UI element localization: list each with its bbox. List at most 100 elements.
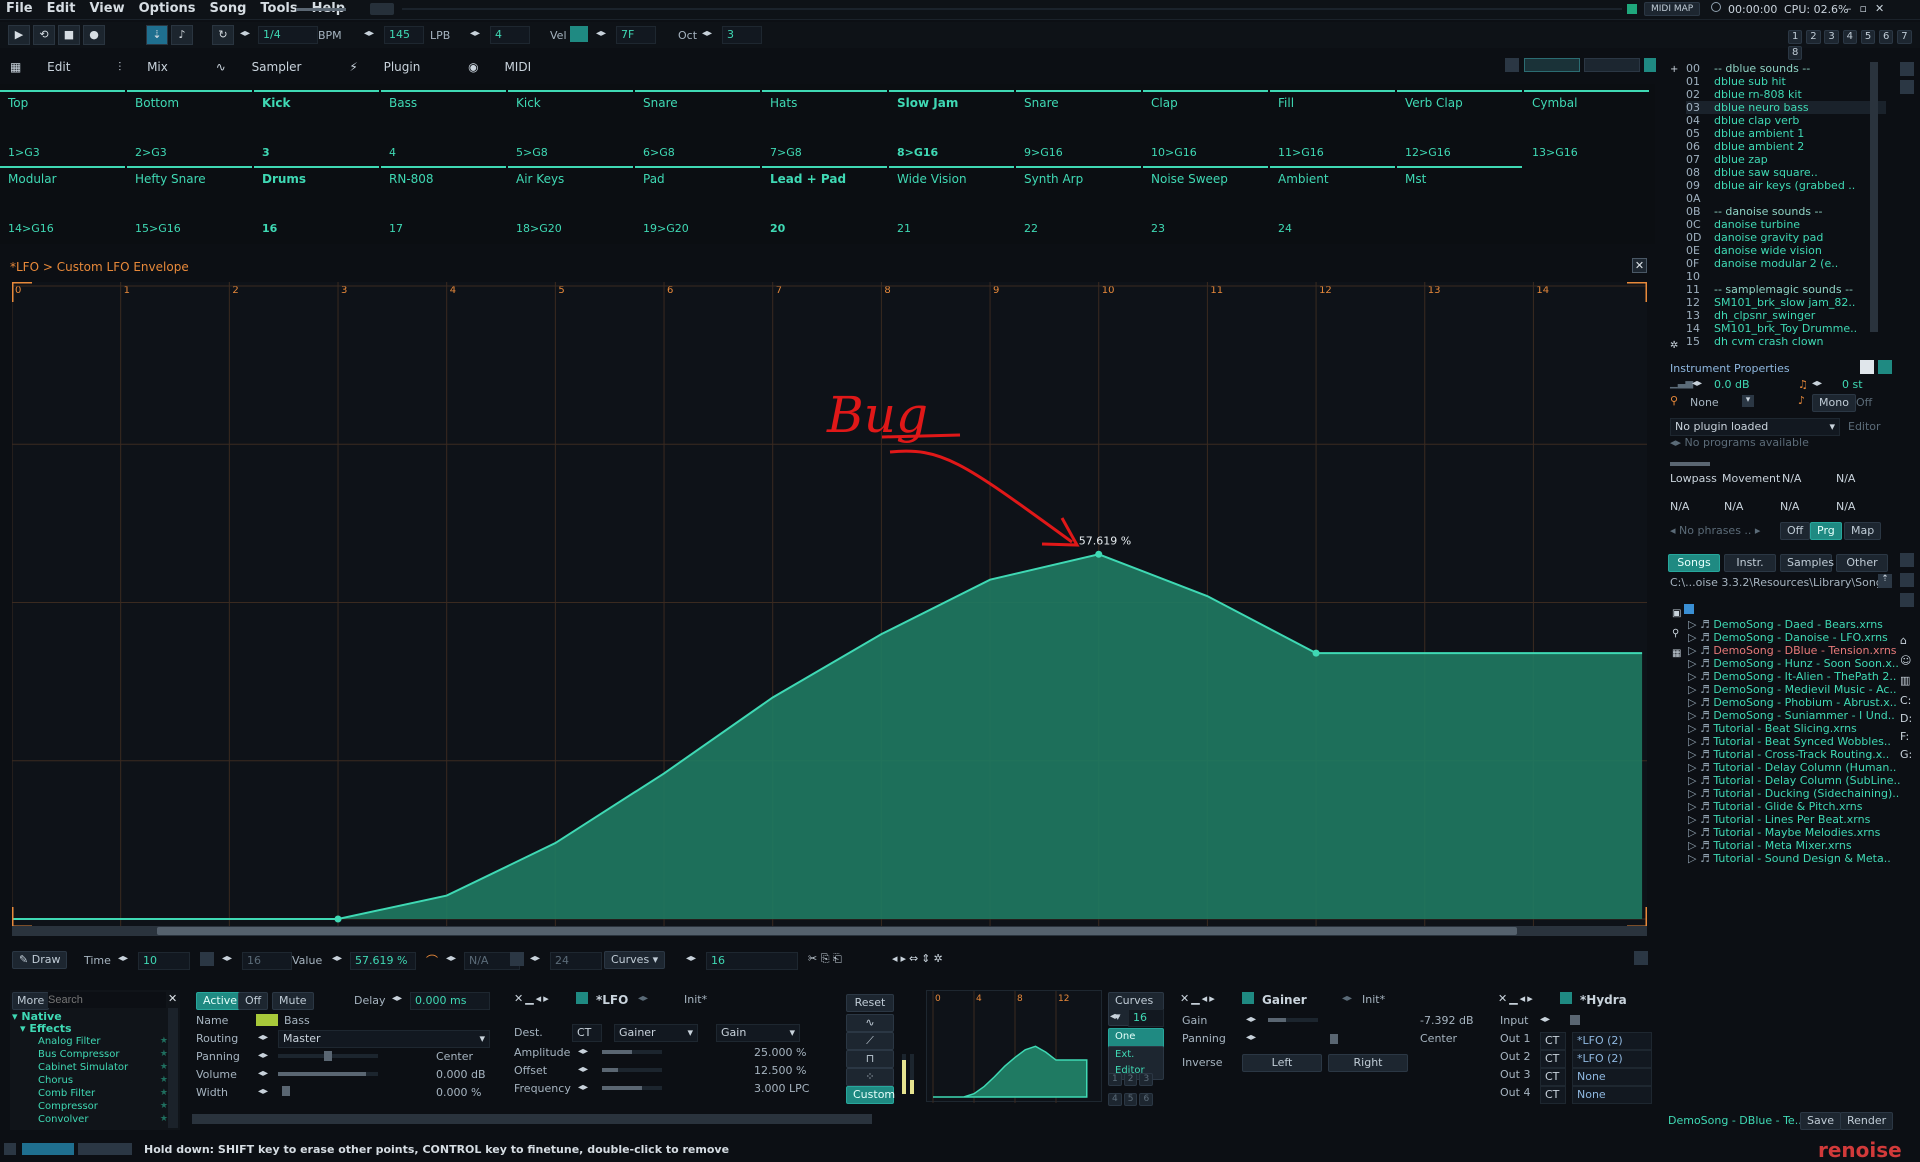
browser-tab[interactable]: Songs bbox=[1668, 554, 1720, 572]
song-file[interactable]: ▷ ♬ DemoSong - Suniammer - I Und.. bbox=[1688, 709, 1895, 722]
saw-wave-icon[interactable]: ⟋ bbox=[846, 1032, 894, 1050]
drive-button[interactable]: C: bbox=[1900, 692, 1916, 710]
inst-vol-arrows[interactable]: ◂▸ bbox=[1692, 378, 1702, 389]
output-target-select[interactable]: None bbox=[1572, 1068, 1652, 1086]
lfo-grid-button[interactable]: 6 bbox=[1139, 1093, 1154, 1106]
clipboard-icons[interactable]: ✂ ⎘ ⎗ bbox=[808, 952, 868, 966]
close-editor-icon[interactable]: ✕ bbox=[1632, 258, 1647, 273]
gainer-panning-arrows[interactable]: ◂▸ bbox=[1246, 1032, 1256, 1043]
instrument-row[interactable]: 11 -- samplemagic sounds -- bbox=[1686, 283, 1886, 296]
track-cell[interactable]: Kick 5>G8 bbox=[508, 90, 633, 165]
offset-slider[interactable] bbox=[602, 1068, 662, 1072]
song-file[interactable]: ▷ ♬ Tutorial - Lines Per Beat.xrns bbox=[1688, 813, 1888, 826]
sidebar-top-icon-2[interactable] bbox=[1900, 80, 1914, 94]
favorite-star-icon[interactable]: ★ bbox=[160, 1100, 168, 1113]
effect-item[interactable]: Chorus ★ bbox=[38, 1074, 168, 1087]
offset-arrows[interactable]: ◂▸ bbox=[578, 1064, 588, 1075]
delay-arrows[interactable]: ◂▸ bbox=[392, 993, 402, 1004]
track-cell[interactable]: Kick 3 bbox=[254, 90, 379, 165]
mono-button[interactable]: Mono bbox=[1812, 394, 1856, 412]
song-file[interactable]: ▷ ♬ Tutorial - Beat Synced Wobbles.. bbox=[1688, 735, 1891, 748]
lpb-field[interactable]: 4 bbox=[490, 26, 530, 44]
scope-mini-2[interactable] bbox=[1584, 58, 1640, 72]
instrument-row[interactable]: 01 dblue sub hit bbox=[1686, 75, 1886, 88]
plugin-editor-button[interactable]: Editor bbox=[1848, 420, 1881, 433]
song-file[interactable]: ▷ ♬ Tutorial - Maybe Melodies.xrns bbox=[1688, 826, 1888, 839]
hydra-enable-checkbox[interactable] bbox=[1560, 992, 1572, 1004]
lfo-grid-button[interactable]: 4 bbox=[1108, 1093, 1122, 1106]
loop-icon[interactable]: ⟲ bbox=[33, 25, 55, 45]
lfo-preset-arrows[interactable]: ◂▸ bbox=[638, 993, 648, 1004]
track-num-6[interactable]: 6 bbox=[1879, 30, 1894, 44]
phrase-off-button[interactable]: Off bbox=[1780, 522, 1811, 540]
graph-scrollbar[interactable] bbox=[12, 926, 1647, 936]
dsp-chain-scrollbar[interactable] bbox=[192, 1114, 872, 1124]
routing-select[interactable]: Master ▾ bbox=[278, 1030, 490, 1048]
value-field[interactable]: 57.619 % bbox=[350, 952, 416, 970]
input-arrows[interactable]: ◂▸ bbox=[1540, 1014, 1550, 1025]
instrument-row[interactable]: 06 dblue ambient 2 bbox=[1686, 140, 1886, 153]
track-cell[interactable]: Bottom 2>G3 bbox=[127, 90, 252, 165]
clear-search-icon[interactable]: ✕ bbox=[168, 992, 177, 1005]
effect-item[interactable]: Cabinet Simulator ★ bbox=[38, 1061, 168, 1074]
song-file[interactable]: ▷ ♬ Tutorial - Delay Column (SubLine.. bbox=[1688, 774, 1901, 787]
lpb-arrows[interactable]: ◂▸ bbox=[470, 28, 480, 39]
lfo-grid-button[interactable]: 3 bbox=[1139, 1073, 1154, 1086]
instrument-row[interactable]: 13 dh_clpsnr_swinger bbox=[1686, 309, 1886, 322]
dest-track-select[interactable]: CT bbox=[572, 1024, 602, 1042]
pattern-matrix-toggle[interactable] bbox=[22, 1143, 74, 1155]
track-num-4[interactable]: 4 bbox=[1842, 30, 1857, 44]
envelope-point[interactable] bbox=[1312, 649, 1320, 657]
plugin-select[interactable]: No plugin loaded ▾ bbox=[1670, 418, 1840, 436]
envelope-svg[interactable]: 0 1 2 3 4 5 6 7 8 9 10 11 12 13 1457.619 %Bug bbox=[10, 280, 1649, 929]
instrument-row[interactable]: 14 SM101_brk_Toy Drumme.. bbox=[1686, 322, 1886, 335]
loop-corner-marker[interactable] bbox=[1627, 280, 1649, 302]
bpm-field[interactable]: 145 bbox=[384, 26, 424, 44]
instrument-row[interactable]: 0E danoise wide vision bbox=[1686, 244, 1886, 257]
song-file[interactable]: ▷ ♬ DemoSong - Danoise - LFO.xrns bbox=[1688, 631, 1888, 644]
song-file[interactable]: ▷ ♬ DemoSong - Medievil Music - Ac.. bbox=[1688, 683, 1896, 696]
track-num-7[interactable]: 7 bbox=[1897, 30, 1912, 44]
oct-arrows[interactable]: ◂▸ bbox=[702, 28, 712, 39]
effects-search-input[interactable] bbox=[48, 992, 166, 1008]
favorite-star-icon[interactable]: ★ bbox=[160, 1074, 168, 1087]
draw-button[interactable]: ✎ Draw bbox=[12, 951, 68, 969]
master-volume-slider[interactable] bbox=[296, 8, 346, 11]
points-field[interactable]: 16 bbox=[706, 952, 798, 970]
hydra-device-controls[interactable]: ✕▁◂▸ bbox=[1498, 992, 1535, 1005]
instrument-row[interactable]: 0D danoise gravity pad bbox=[1686, 231, 1886, 244]
step-arrows[interactable]: ◂▸ bbox=[240, 28, 250, 39]
menu-view[interactable]: View bbox=[89, 1, 124, 16]
browser-tab[interactable]: Other bbox=[1836, 554, 1888, 572]
library-icon[interactable]: ▥ bbox=[1900, 674, 1910, 687]
folder-icon[interactable] bbox=[1684, 604, 1694, 614]
lfo-enable-checkbox[interactable] bbox=[576, 992, 588, 1004]
amplitude-arrows[interactable]: ◂▸ bbox=[578, 1046, 588, 1057]
detach-icon[interactable] bbox=[1634, 951, 1648, 965]
status-toggle-icon[interactable] bbox=[4, 1143, 16, 1155]
instrument-row[interactable]: 15 dh cvm crash clown bbox=[1686, 335, 1886, 348]
expand-icon[interactable] bbox=[1505, 58, 1519, 72]
output-track-select[interactable]: CT bbox=[1540, 1050, 1566, 1068]
save-button[interactable]: Save bbox=[1800, 1112, 1842, 1130]
reset-button[interactable]: Reset bbox=[846, 994, 894, 1012]
gainer-device-controls[interactable]: ✕▁◂▸ bbox=[1180, 992, 1217, 1005]
instrument-row[interactable]: 07 dblue zap bbox=[1686, 153, 1886, 166]
panning-arrows[interactable]: ◂▸ bbox=[258, 1050, 268, 1061]
block-loop-icon[interactable]: ↻ bbox=[212, 25, 234, 45]
song-file[interactable]: ▷ ♬ DemoSong - Hunz - Soon Soon.x.. bbox=[1688, 657, 1899, 670]
track-cell[interactable]: Wide Vision 21 bbox=[889, 166, 1014, 241]
points-arrows[interactable]: ◂▸ bbox=[686, 953, 696, 964]
tab-edit[interactable]: ▦ Edit bbox=[10, 60, 92, 74]
phrases-row[interactable]: ◂ No phrases .. ▸ bbox=[1670, 524, 1760, 537]
sine-wave-icon[interactable]: ∿ bbox=[846, 1014, 894, 1032]
panning-slider[interactable] bbox=[278, 1051, 378, 1061]
frequency-slider[interactable] bbox=[602, 1086, 662, 1090]
track-name[interactable]: Bass bbox=[284, 1014, 310, 1027]
instrument-row[interactable]: 0C danoise turbine bbox=[1686, 218, 1886, 231]
tab-plugin[interactable]: ⚡ Plugin bbox=[349, 60, 442, 74]
inverse-right-button[interactable]: Right bbox=[1328, 1054, 1408, 1072]
time-arrows[interactable]: ◂▸ bbox=[118, 953, 128, 964]
sidebar-mid-icon-2[interactable] bbox=[1900, 573, 1914, 587]
track-cell[interactable]: Cymbal 13>G16 bbox=[1524, 90, 1649, 165]
